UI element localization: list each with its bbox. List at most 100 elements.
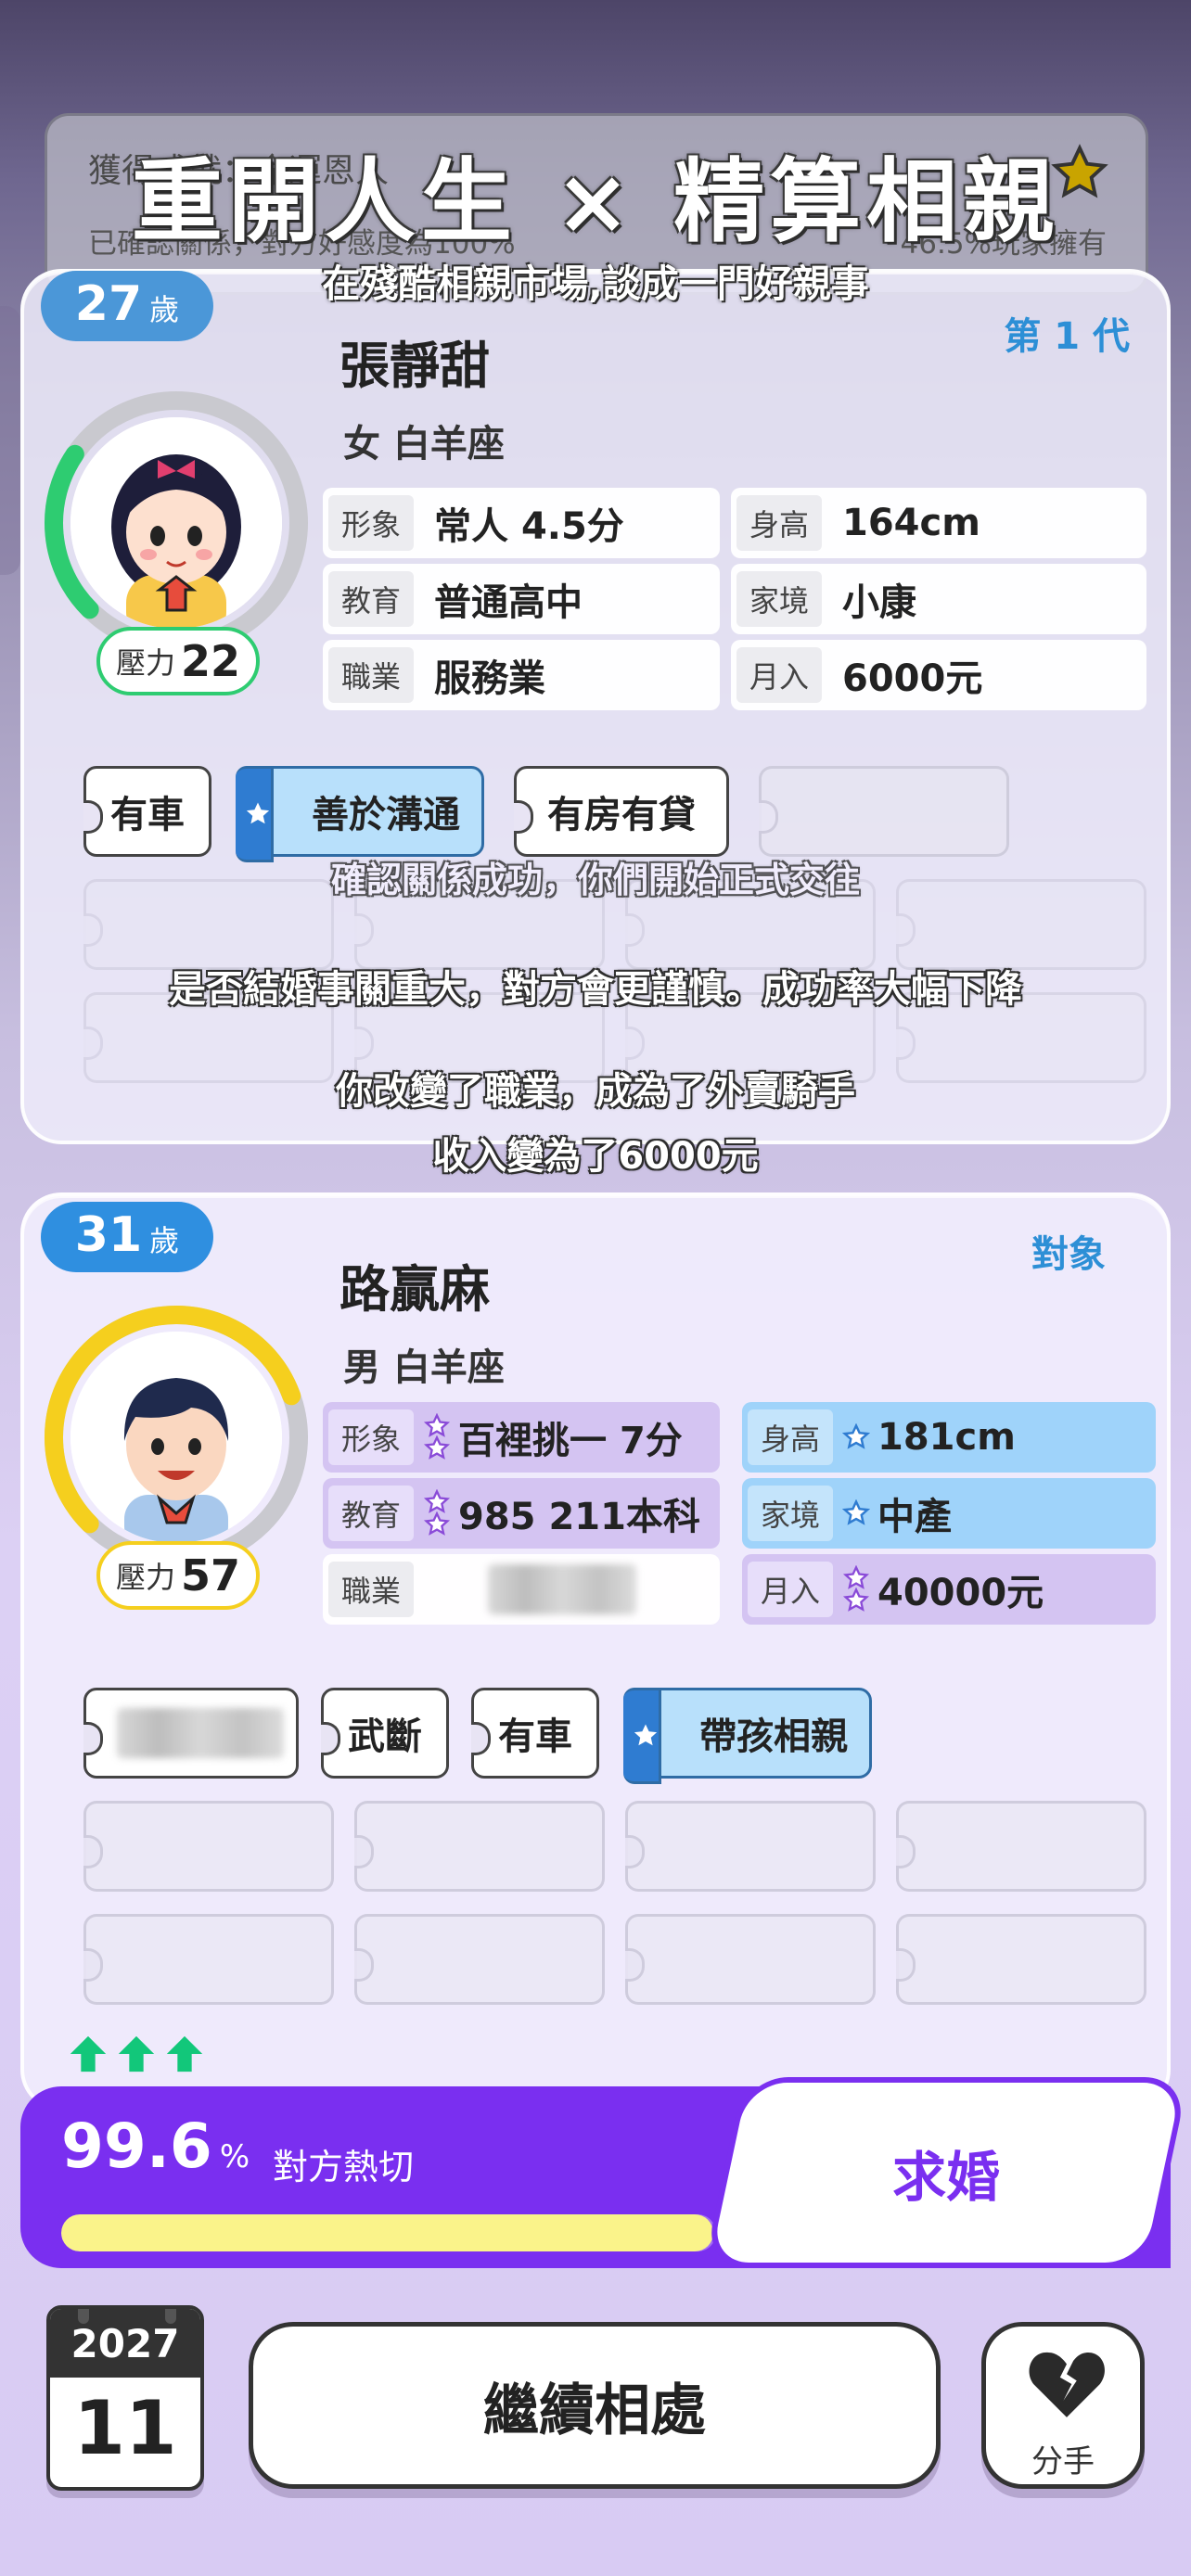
age-value: 31 — [74, 1207, 143, 1263]
generation-tag: 第 1 代 — [1004, 315, 1130, 358]
stat-height: 身高 164cm — [731, 488, 1146, 558]
stat-key: 教育 — [328, 1486, 415, 1541]
match-profile-card: 31 歲 對象 路贏麻 男 白羊座 壓力 57 形象 百裡挑一 7分 身高 18… — [20, 1192, 1171, 2111]
trait-tag-special[interactable]: 帶孩相親 — [623, 1688, 872, 1784]
side-handle — [0, 306, 20, 575]
stat-family: 家境 小康 — [731, 564, 1146, 634]
affection-progress-bar — [61, 2214, 716, 2251]
affection-value: 99.6% — [61, 2111, 250, 2182]
pressure-badge: 壓力 57 — [96, 1541, 260, 1610]
calendar-ring — [165, 2309, 176, 2324]
stat-value: 普通高中 — [434, 581, 583, 624]
gender-zodiac: 女 白羊座 — [343, 423, 505, 465]
stat-key: 教育 — [328, 571, 415, 627]
trait-tag[interactable]: 武斷 — [321, 1688, 449, 1779]
profile-name: 張靜甜 — [339, 337, 490, 395]
self-profile-card: 27 歲 第 1 代 張靜甜 女 白羊座 壓力 22 形象 常人 4.5分 身高… — [20, 269, 1171, 1144]
trait-tag[interactable]: 有車 — [83, 766, 211, 857]
calendar-month: 11 — [73, 2385, 177, 2471]
calendar-year: 2027 — [50, 2309, 200, 2378]
affection-progress-fill — [61, 2214, 714, 2251]
trait-tag[interactable]: 有房有貸 — [514, 766, 729, 857]
event-message: 是否結婚事關重大，對方會更謹慎。成功率大幅下降 — [169, 968, 1022, 1011]
star-icon — [842, 1423, 871, 1449]
stat-education: 教育 普通高中 — [323, 564, 720, 634]
up-arrow-icon — [70, 2035, 107, 2072]
stat-key: 月入 — [748, 1562, 834, 1617]
stat-income: 月入 6000元 — [731, 640, 1146, 710]
pressure-value: 22 — [181, 636, 241, 686]
star-icon — [634, 1724, 658, 1746]
trait-label: 善於溝通 — [312, 794, 460, 836]
affection-number: 99.6 — [61, 2111, 212, 2182]
stat-value: 985 211本科 — [458, 1496, 700, 1538]
trait-slot-empty — [354, 1801, 605, 1892]
double-star-icon — [842, 1565, 870, 1612]
trait-slot-empty — [896, 1801, 1146, 1892]
age-badge: 31 歲 — [41, 1202, 213, 1272]
stat-income: 月入 40000元 — [742, 1554, 1156, 1625]
age-unit: 歲 — [149, 1223, 180, 1258]
event-message: 你改變了職業，成為了外賣騎手 — [336, 1070, 855, 1113]
calendar-widget: 2027 11 — [46, 2305, 204, 2491]
girl-avatar-icon — [70, 417, 282, 629]
propose-label: 求婚 — [891, 2146, 1000, 2209]
avatar[interactable]: 壓力 22 — [37, 384, 315, 699]
affection-unit: % — [219, 2138, 250, 2175]
trend-arrows — [67, 2033, 206, 2075]
trait-label: 帶孩相親 — [699, 1715, 848, 1758]
star-icon — [246, 802, 270, 824]
stat-key: 身高 — [748, 1409, 834, 1465]
pressure-badge: 壓力 22 — [96, 627, 260, 695]
stat-value: 40000元 — [877, 1572, 1044, 1614]
gender-zodiac: 男 白羊座 — [343, 1346, 505, 1389]
stat-key: 身高 — [736, 495, 823, 551]
trait-tag[interactable]: 有車 — [471, 1688, 599, 1779]
stat-occupation: 職業 服務業 — [323, 640, 720, 710]
trait-tag-hidden[interactable] — [83, 1688, 299, 1779]
continue-dating-button[interactable]: 繼續相處 — [249, 2322, 941, 2489]
pressure-label: 壓力 — [115, 645, 175, 681]
pressure-label: 壓力 — [115, 1560, 175, 1595]
event-message: 收入變為了6000元 — [432, 1135, 759, 1178]
trait-slot-empty — [625, 1801, 876, 1892]
game-title: 重開人生 × 精算相親 — [131, 149, 1060, 255]
star-icon — [842, 1499, 871, 1525]
game-subtitle: 在殘酷相親市場,談成一門好親事 — [322, 261, 869, 306]
calendar-ring — [78, 2309, 89, 2324]
stat-value: 百裡挑一 7分 — [458, 1420, 683, 1462]
double-star-icon — [423, 1413, 451, 1460]
stat-value: 181cm — [877, 1416, 1016, 1459]
breakup-label: 分手 — [1031, 2443, 1095, 2480]
stat-key: 月入 — [736, 647, 823, 703]
trait-slot-empty — [625, 1914, 876, 2005]
stat-occupation: 職業 — [323, 1554, 720, 1625]
stat-key: 形象 — [328, 1409, 415, 1465]
match-tag: 對象 — [1031, 1233, 1106, 1276]
trait-tag-special[interactable]: 善於溝通 — [236, 766, 484, 862]
trait-slot-empty — [83, 1914, 334, 2005]
stat-value: 常人 4.5分 — [434, 505, 624, 548]
stat-education: 教育 985 211本科 — [323, 1478, 720, 1549]
up-arrow-icon — [118, 2035, 155, 2072]
stat-value: 164cm — [842, 502, 980, 544]
stat-appearance: 形象 百裡挑一 7分 — [323, 1402, 720, 1473]
broken-heart-icon — [1029, 2352, 1105, 2417]
event-message: 確認關係成功，你們開始正式交往 — [330, 860, 860, 900]
trait-slot-empty — [759, 766, 1009, 857]
avatar[interactable]: 壓力 57 — [37, 1298, 315, 1613]
up-arrow-icon — [166, 2035, 203, 2072]
trait-slot-empty — [83, 1801, 334, 1892]
stat-key: 家境 — [748, 1486, 834, 1541]
stat-key: 職業 — [328, 647, 415, 703]
double-star-icon — [423, 1489, 451, 1536]
stat-appearance: 形象 常人 4.5分 — [323, 488, 720, 558]
breakup-button[interactable]: 分手 — [981, 2322, 1145, 2489]
propose-button[interactable]: 求婚 — [703, 2077, 1189, 2268]
stat-value: 中產 — [877, 1496, 953, 1538]
stat-key: 家境 — [736, 571, 823, 627]
pressure-value: 57 — [181, 1550, 241, 1600]
stat-family: 家境 中產 — [742, 1478, 1156, 1549]
profile-name: 路贏麻 — [339, 1260, 490, 1319]
stat-value: 服務業 — [434, 657, 546, 700]
